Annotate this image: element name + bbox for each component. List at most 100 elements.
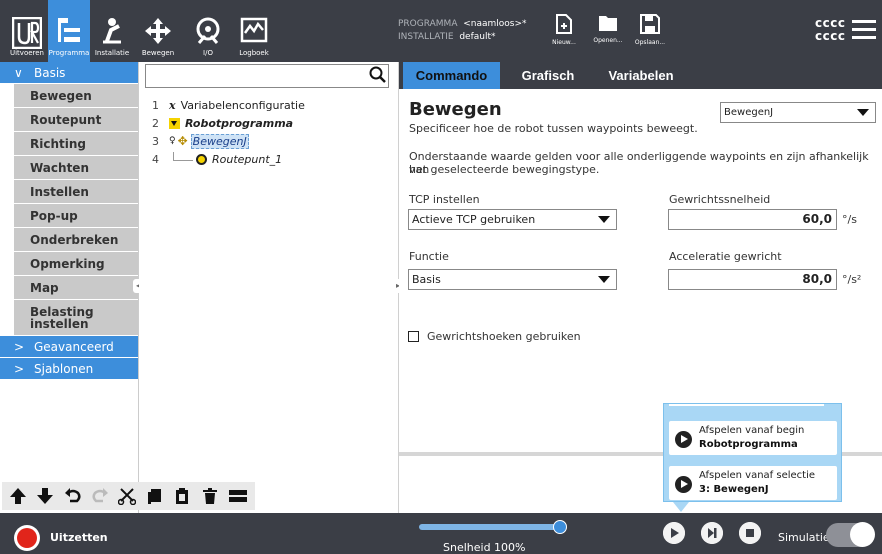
node-move[interactable]: Bewegen (14, 84, 138, 108)
tab-graphics[interactable]: Grafisch (500, 62, 596, 89)
save-label: Opslaan... (634, 39, 666, 46)
joint-accel-field[interactable]: 80,0 (668, 269, 837, 290)
folder-icon (599, 16, 617, 31)
tab-io[interactable]: I/O (186, 0, 230, 62)
tcp-value: Actieve TCP gebruiken (412, 213, 536, 226)
category-advanced[interactable]: > Geavanceerd (0, 336, 138, 358)
tcp-select[interactable]: Actieve TCP gebruiken (408, 209, 617, 230)
move-type-value: BewegenJ (724, 107, 774, 118)
joint-angles-checkbox[interactable] (408, 331, 419, 342)
save-button[interactable]: Opslaan... (630, 14, 670, 54)
search-icon[interactable] (369, 66, 387, 84)
undo-icon[interactable] (64, 487, 82, 505)
node-folder[interactable]: Map (14, 276, 138, 300)
stop-button[interactable] (739, 522, 761, 544)
installation-label: INSTALLATIE (398, 32, 454, 42)
program-icon (58, 18, 80, 42)
play-from-selection-line1: Afspelen vanaf selectie (699, 470, 816, 481)
tab-log-label: Logboek (239, 49, 269, 57)
category-basic-label: Basis (34, 65, 66, 80)
program-tree-panel: 1 x Variabelenconfiguratie 2 Robotprogra… (139, 62, 397, 513)
tree-toolbar (2, 482, 255, 510)
play-from-selection-button[interactable]: Afspelen vanaf selectie 3: BewegenJ (669, 466, 837, 500)
popup-header-strip (669, 404, 824, 406)
dropdown-arrow-icon (857, 109, 869, 116)
checkbox-label: Gewrichtshoeken gebruiken (427, 330, 581, 343)
node-popup[interactable]: Pop-up (14, 204, 138, 228)
node-halt[interactable]: Onderbreken (14, 228, 138, 252)
open-label: Openen... (593, 37, 623, 44)
node-waypoint[interactable]: Routepunt (14, 108, 138, 132)
category-templates-label: Sjablonen (34, 361, 94, 376)
tree-row-label: Variabelenconfiguratie (180, 98, 305, 112)
tree-row[interactable]: 4 Routepunt_1 (151, 151, 282, 167)
tcp-label: TCP instellen (409, 193, 480, 206)
dropdown-arrow-icon (598, 216, 610, 223)
speed-slider[interactable] (419, 524, 561, 530)
tab-io-label: I/O (203, 49, 213, 57)
redo-icon[interactable] (91, 487, 109, 505)
feature-label: Functie (409, 250, 449, 263)
new-file-icon (556, 14, 572, 34)
tree-row[interactable]: 2 Robotprogramma (151, 115, 293, 131)
robot-arm-icon (103, 18, 121, 44)
play-from-start-line1: Afspelen vanaf begin (699, 425, 805, 436)
open-button[interactable]: Openen... (588, 14, 628, 54)
tree-row-label: Robotprogramma (185, 116, 294, 130)
ur-logo: Uitvoeren (6, 0, 48, 62)
play-from-start-button[interactable]: Afspelen vanaf begin Robotprogramma (669, 421, 837, 455)
log-icon (240, 17, 268, 43)
paste-icon[interactable] (173, 487, 191, 505)
node-wait[interactable]: Wachten (14, 156, 138, 180)
description-line-2: het geselecteerde bewegingstype. (409, 163, 600, 176)
chevron-down-icon: ∨ (14, 65, 23, 80)
tab-program[interactable]: Programma (48, 0, 90, 62)
move-node-icon: ✥ (177, 134, 188, 148)
play-button[interactable] (663, 522, 685, 544)
variable-icon: x (169, 98, 176, 112)
tab-variables-label: Variabelen (608, 68, 674, 83)
category-advanced-label: Geavanceerd (34, 339, 114, 354)
cut-icon[interactable] (118, 487, 137, 505)
program-name: <naamloos>* (463, 19, 527, 29)
move-arrows-icon (145, 18, 171, 44)
tree-connector (173, 151, 193, 161)
tab-move[interactable]: Bewegen (136, 0, 180, 62)
node-direction[interactable]: Richting (14, 132, 138, 156)
program-info: PROGRAMMA <naamloos>* INSTALLATIE defaul… (398, 18, 527, 44)
feature-select[interactable]: Basis (408, 269, 617, 290)
feature-value: Basis (412, 273, 441, 286)
step-button[interactable] (701, 522, 723, 544)
delete-icon[interactable] (201, 487, 219, 505)
power-button[interactable] (14, 525, 40, 551)
tab-program-label: Programma (48, 49, 90, 57)
tab-log[interactable]: Logboek (232, 0, 276, 62)
node-set-payload[interactable]: Belasting instellen (14, 300, 138, 336)
move-type-select[interactable]: BewegenJ (720, 102, 876, 123)
line-number: 1 (152, 98, 159, 112)
hamburger-menu-icon[interactable] (852, 20, 876, 40)
move-up-icon[interactable] (9, 487, 27, 505)
speed-slider-handle[interactable] (553, 520, 567, 534)
node-comment[interactable]: Opmerking (14, 252, 138, 276)
joint-speed-field[interactable]: 60,0 (668, 209, 837, 230)
tree-row-selected[interactable]: 3 ♀ ✥ BewegenJ (151, 133, 249, 149)
suppress-icon[interactable] (228, 487, 248, 505)
category-basic[interactable]: ∨ Basis (0, 62, 138, 84)
tab-command[interactable]: Commando (403, 62, 500, 89)
new-button[interactable]: Nieuw... (544, 14, 584, 54)
copy-icon[interactable] (146, 487, 164, 505)
category-templates[interactable]: > Sjablonen (0, 358, 138, 380)
play-from-start-line2: Robotprogramma (699, 439, 798, 450)
waypoint-icon (196, 153, 207, 165)
simulation-toggle-knob[interactable] (850, 522, 875, 547)
tree-search-input[interactable] (145, 64, 389, 88)
move-down-icon[interactable] (36, 487, 54, 505)
page-title: Bewegen (409, 99, 502, 120)
tree-row[interactable]: 1 x Variabelenconfiguratie (151, 97, 305, 113)
tab-variables[interactable]: Variabelen (596, 62, 686, 89)
joint-speed-label: Gewrichtssnelheid (669, 193, 771, 206)
node-set[interactable]: Instellen (14, 180, 138, 204)
joint-speed-unit: °/s (842, 213, 857, 226)
tab-installation[interactable]: Installatie (90, 0, 134, 62)
